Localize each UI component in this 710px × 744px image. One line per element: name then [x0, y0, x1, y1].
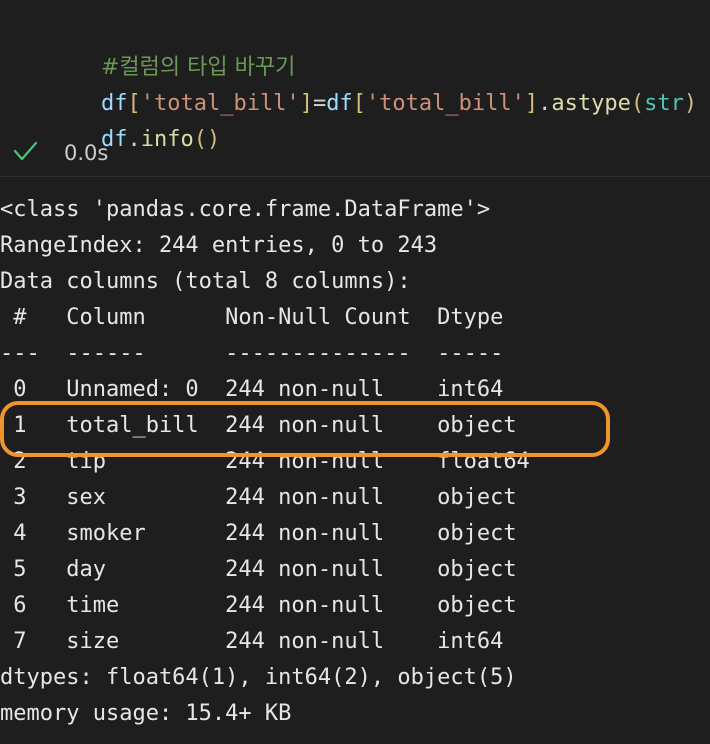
code-token-bracket: ] [524, 91, 539, 116]
code-token-method: astype [551, 91, 631, 116]
code-token-df: df [326, 91, 353, 116]
output-line: 3 sex 244 non-null object [0, 485, 517, 510]
output-line: 7 size 244 non-null int64 [0, 629, 504, 654]
output-line: # Column Non-Null Count Dtype [0, 305, 504, 330]
code-token-bracket: ] [299, 91, 313, 116]
code-token-paren: ) [683, 91, 698, 116]
checkmark-icon [13, 141, 38, 161]
code-line-info[interactable]: df.info() [48, 86, 220, 152]
output-line: 5 day 244 non-null object [0, 557, 517, 582]
code-line-astype[interactable]: df['total_bill']=df['total_bill'].astype… [48, 50, 697, 116]
output-line: 6 time 244 non-null object [0, 593, 517, 618]
cell-output: <class 'pandas.core.frame.DataFrame'> Ran… [0, 192, 710, 732]
code-token-arg: str [644, 91, 684, 116]
code-token-paren: ( [630, 91, 645, 116]
output-line: Data columns (total 8 columns): [0, 269, 411, 294]
output-line: <class 'pandas.core.frame.DataFrame'> [0, 197, 491, 222]
code-token-dot: . [538, 91, 552, 116]
execution-time: 0.0s [64, 141, 109, 165]
output-line: --- ------ -------------- ----- [0, 341, 504, 366]
code-token-bracket: [ [352, 91, 366, 116]
output-divider [0, 176, 710, 177]
output-line: memory usage: 15.4+ KB [0, 701, 292, 726]
code-token-string: 'total_bill' [365, 91, 525, 116]
output-line: 4 smoker 244 non-null object [0, 521, 517, 546]
code-cell-input[interactable]: #컬럼의 타입 바꾸기 df['total_bill']=df['total_b… [0, 0, 710, 152]
code-token-assign: = [312, 91, 327, 116]
output-line: RangeIndex: 244 entries, 0 to 243 [0, 233, 438, 258]
output-line: dtypes: float64(1), int64(2), object(5) [0, 665, 517, 690]
highlight-annotation [0, 401, 610, 457]
code-comment-line[interactable]: #컬럼의 타입 바꾸기 [48, 14, 295, 80]
